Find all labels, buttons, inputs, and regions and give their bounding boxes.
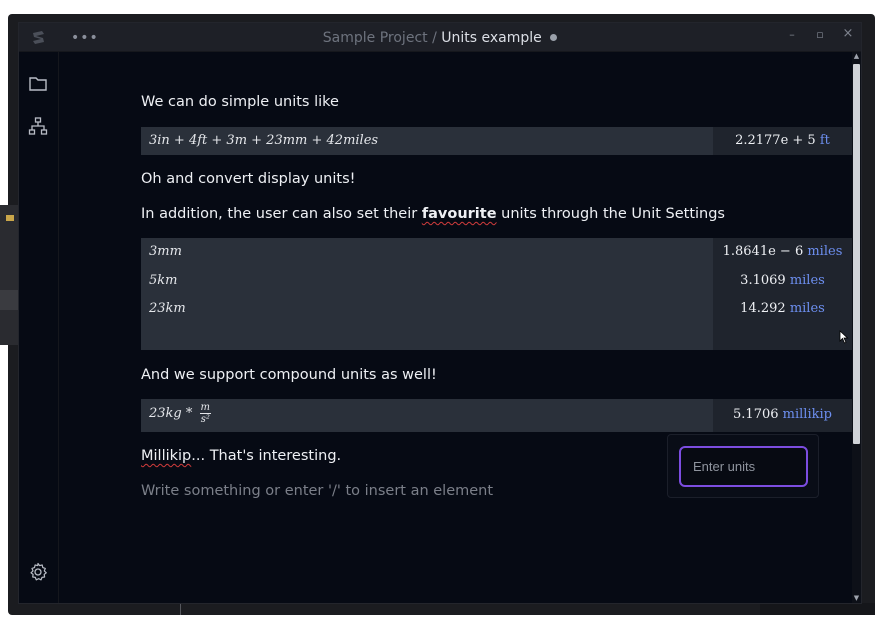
result-value: 3.1069 (740, 273, 786, 288)
app-window: ••• Sample Project / Units example – ▫ ×… (18, 22, 862, 604)
math-expression[interactable]: 23kg * m s² (149, 402, 211, 425)
result-value: 5.1706 (733, 407, 779, 422)
math-expression[interactable]: 23km (149, 301, 186, 316)
math-block-simple-units[interactable]: 3in + 4ft + 3m + 23mm + 42miles 2.2177e … (141, 127, 852, 155)
text-segment: In addition, the user can also set their (141, 206, 422, 222)
scrollbar-thumb[interactable] (853, 64, 860, 444)
sidebar (19, 52, 59, 603)
hierarchy-icon[interactable] (28, 116, 48, 136)
scroll-up-arrow-icon[interactable]: ▲ (852, 52, 861, 61)
result-value: 14.292 (740, 301, 786, 316)
math-block-conversions[interactable]: 3mm 1.8641e − 6 miles 5km 3.1069 miles 2… (141, 238, 852, 350)
minimize-button[interactable]: – (785, 28, 799, 42)
bold-word: favourite (421, 206, 497, 222)
fraction-numerator: m (199, 402, 211, 414)
file-name: Units example (441, 30, 542, 46)
text-segment: units through the Unit Settings (496, 206, 725, 222)
math-result: 5.1706 millikip (713, 407, 852, 422)
result-value: 1.8641e − 6 (722, 244, 804, 259)
expression-prefix: 23kg * (149, 406, 193, 421)
paragraph-millikip[interactable]: Millikip... That's interesting. (141, 448, 341, 464)
result-unit-link[interactable]: millikip (783, 407, 832, 422)
title-bar: ••• Sample Project / Units example – ▫ × (19, 23, 861, 52)
project-name: Sample Project (322, 30, 428, 46)
close-button[interactable]: × (841, 26, 855, 41)
result-unit-link[interactable]: ft (820, 133, 830, 148)
unsaved-dot-icon (550, 34, 558, 41)
math-result: 3.1069 miles (713, 273, 852, 288)
vertical-scrollbar[interactable]: ▲ ▼ (852, 52, 861, 603)
result-unit-link[interactable]: miles (790, 301, 825, 316)
editor-placeholder[interactable]: Write something or enter '/' to insert a… (141, 483, 493, 499)
maximize-button[interactable]: ▫ (813, 28, 827, 42)
window-title: Sample Project / Units example (19, 30, 861, 46)
math-result: 1.8641e − 6 miles (713, 244, 852, 259)
misspelled-word: Millikip (141, 448, 192, 464)
result-value: 2.2177e + 5 (735, 133, 816, 148)
title-separator: / (432, 30, 437, 46)
background-taskbar-right (760, 603, 875, 615)
math-block-compound-units[interactable]: 23kg * m s² 5.1706 millikip (141, 399, 852, 432)
enter-units-input[interactable] (679, 446, 808, 487)
paragraph-unit-settings[interactable]: In addition, the user can also set their… (141, 206, 725, 222)
result-unit-link[interactable]: miles (790, 273, 825, 288)
fraction: m s² (199, 402, 211, 425)
background-taskbar-area (180, 603, 760, 615)
math-result: 2.2177e + 5 ft (713, 133, 852, 148)
result-unit-link[interactable]: miles (807, 244, 842, 259)
math-expression[interactable]: 3mm (149, 244, 182, 259)
math-expression[interactable]: 5km (149, 273, 177, 288)
unit-input-popup (667, 434, 819, 498)
background-window-edge (0, 205, 18, 345)
paragraph-compound-units[interactable]: And we support compound units as well! (141, 367, 437, 383)
scroll-down-arrow-icon[interactable]: ▼ (852, 594, 861, 603)
fraction-denominator: s² (200, 414, 210, 425)
paragraph-convert-units[interactable]: Oh and convert display units! (141, 171, 355, 187)
settings-gear-icon[interactable] (28, 562, 48, 582)
text-segment: ... That's interesting. (191, 448, 342, 464)
paragraph-simple-units[interactable]: We can do simple units like (141, 94, 339, 110)
folder-icon[interactable] (28, 74, 48, 94)
math-expression[interactable]: 3in + 4ft + 3m + 23mm + 42miles (149, 133, 378, 148)
math-result: 14.292 miles (713, 301, 852, 316)
mouse-cursor-icon (839, 330, 849, 344)
document-editor[interactable]: We can do simple units like 3in + 4ft + … (60, 52, 852, 603)
